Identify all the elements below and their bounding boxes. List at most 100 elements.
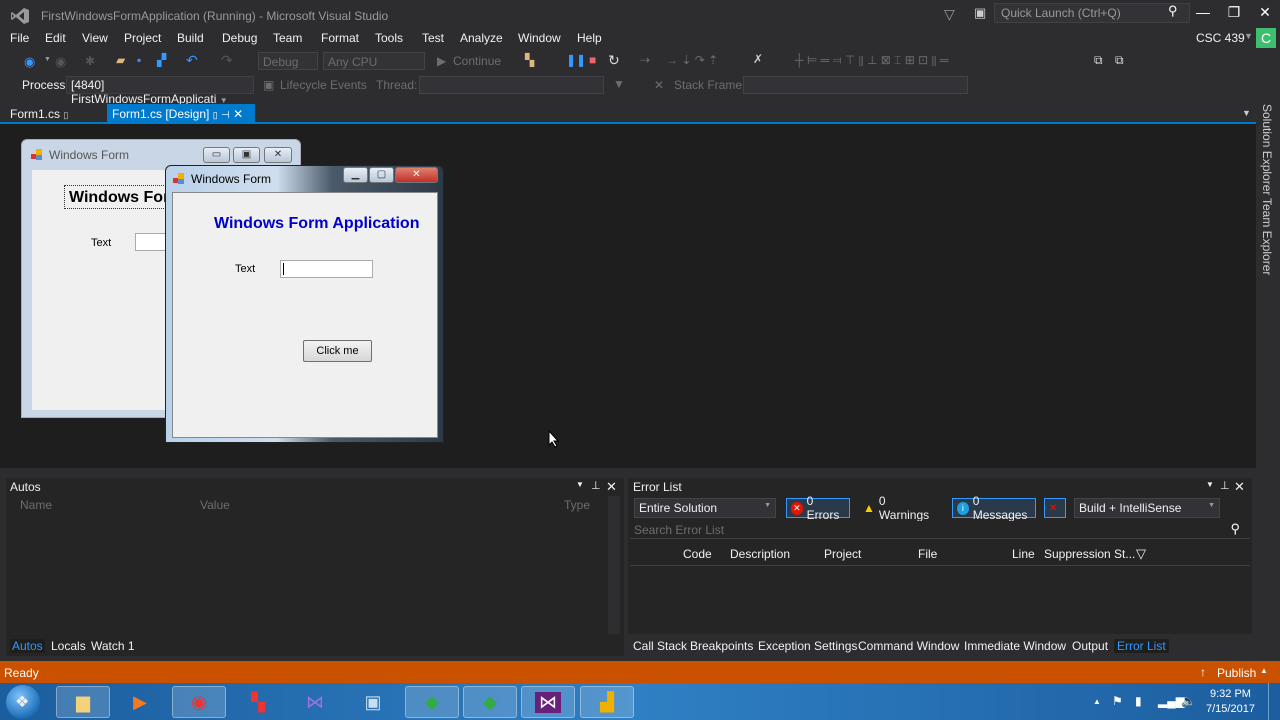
account-name[interactable]: CSC 439 [1196, 31, 1245, 45]
warnings-filter-toggle[interactable]: ▲ 0 Warnings [858, 494, 944, 522]
tab-error-list[interactable]: Error List [1114, 639, 1169, 653]
taskbar-windows-form-app[interactable]: ▟ [580, 686, 634, 718]
process-icon[interactable]: ▚ [525, 53, 534, 67]
layout-toolbar-icons[interactable]: ┼ ⊨ ═ ⫤ ⊤ ⫴ ⊥ ⊠ ⌶ ⊞ ⊡ ⫴ ═ [795, 53, 948, 68]
taskbar-visual-studio[interactable]: ⋈ [521, 686, 575, 718]
column-header-value[interactable]: Value [200, 498, 230, 512]
panel-close-icon[interactable]: ✕ [606, 479, 617, 495]
undo-icon[interactable]: ↶ [186, 52, 198, 69]
errors-filter-toggle[interactable]: ✕ 0 Errors [786, 494, 850, 522]
continue-button[interactable]: Continue [453, 54, 501, 68]
panel-pin-icon[interactable]: ⊥ [591, 479, 601, 492]
lifecycle-events-dropdown[interactable]: Lifecycle Events [280, 78, 367, 92]
build-source-dropdown[interactable]: Build + IntelliSense ▼ [1074, 498, 1220, 518]
column-header-name[interactable]: Name [20, 498, 52, 512]
pin-icon[interactable]: ▯ [213, 110, 218, 120]
pause-icon[interactable]: ❚❚ [566, 53, 586, 67]
notifications-filter-icon[interactable]: ▽ [944, 6, 955, 23]
show-desktop-button[interactable] [1268, 683, 1280, 720]
column-header-project[interactable]: Project [824, 547, 861, 561]
keep-open-icon[interactable]: ⊣ [221, 110, 230, 121]
tab-team-explorer[interactable]: Team Explorer [1260, 198, 1274, 275]
column-header-type[interactable]: Type [564, 498, 590, 512]
power-icon[interactable]: ▮ [1135, 694, 1142, 708]
account-avatar[interactable]: C [1256, 28, 1276, 48]
menu-project[interactable]: Project [124, 31, 161, 45]
taskbar-file-explorer[interactable]: ▆ [56, 686, 110, 718]
tab-form1-design[interactable]: Form1.cs [Design] ▯ ⊣ ✕ [107, 104, 255, 124]
account-dropdown-icon[interactable]: ▼ [1244, 31, 1253, 41]
solution-configuration-combo[interactable]: Debug [258, 52, 318, 70]
action-center-flag-icon[interactable]: ⚑ [1112, 694, 1123, 708]
form-minimize-button[interactable]: ▁ [343, 167, 368, 183]
thread-combo[interactable] [419, 76, 604, 94]
filter-icon[interactable]: ▼ [613, 77, 625, 91]
form-text-input[interactable] [280, 260, 373, 278]
close-button[interactable]: ✕ [1250, 4, 1280, 21]
menu-edit[interactable]: Edit [45, 31, 66, 45]
scope-dropdown[interactable]: Entire Solution ▼ [634, 498, 776, 518]
menu-test[interactable]: Test [422, 31, 444, 45]
process-combo[interactable]: [4840] FirstWindowsFormApplicati ▼ [66, 76, 254, 106]
panel-close-icon[interactable]: ✕ [1234, 479, 1245, 495]
menu-analyze[interactable]: Analyze [460, 31, 503, 45]
step-into-icon[interactable]: → ⇣ ↷ ⇡ [666, 53, 718, 67]
show-hidden-icons[interactable]: ▲ [1093, 697, 1101, 706]
click-me-button[interactable]: Click me [303, 340, 372, 362]
stack-frame-combo[interactable] [743, 76, 968, 94]
autos-scrollbar[interactable] [608, 496, 620, 634]
show-next-statement-icon[interactable]: ⇢ [640, 53, 650, 67]
taskbar-powershell-recording[interactable]: ◆ [463, 686, 517, 718]
form-maximize-button[interactable]: ▢ [369, 167, 394, 183]
continue-icon[interactable]: ▶ [437, 54, 446, 68]
taskbar-powershell[interactable]: ◆ [405, 686, 459, 718]
menu-view[interactable]: View [82, 31, 108, 45]
search-icon[interactable]: ⚲ [1168, 3, 1178, 19]
tab-exception-settings[interactable]: Exception Settings [758, 639, 857, 653]
volume-icon[interactable]: 🔈 [1181, 694, 1196, 708]
menu-file[interactable]: File [10, 31, 29, 45]
restore-button[interactable]: ❐ [1219, 4, 1249, 21]
taskbar-store[interactable]: ▚ [231, 686, 285, 718]
save-all-icon[interactable]: ▞ [157, 53, 166, 67]
column-header-code[interactable]: Code [683, 547, 712, 561]
open-file-icon[interactable]: ▰ [116, 53, 125, 67]
designer-text-label[interactable]: Text [91, 237, 111, 249]
menu-debug[interactable]: Debug [222, 31, 257, 45]
breakpoint-toggle-icon[interactable]: ✗ [753, 52, 763, 66]
send-to-back-icon[interactable]: ⧉ [1115, 53, 1124, 68]
tab-overflow-dropdown-icon[interactable]: ▼ [1242, 108, 1251, 118]
system-clock[interactable]: 9:32 PM 7/15/2017 [1206, 687, 1255, 717]
running-form-window[interactable]: Windows Form ▁ ▢ ✕ Windows Form Applicat… [165, 165, 444, 443]
stop-icon[interactable]: ■ [589, 53, 596, 67]
taskbar-chrome[interactable]: ◉ [172, 686, 226, 718]
column-header-line[interactable]: Line [1012, 547, 1035, 561]
redo-icon[interactable]: ↷ [221, 52, 233, 69]
column-header-file[interactable]: File [918, 547, 937, 561]
tab-call-stack[interactable]: Call Stack [633, 639, 687, 653]
tab-output[interactable]: Output [1072, 639, 1108, 653]
back-dropdown-icon[interactable]: ▼ [44, 56, 51, 63]
messages-filter-toggle[interactable]: i0 Messages [952, 494, 1036, 522]
start-button[interactable]: ❖ [6, 685, 40, 719]
tab-solution-explorer[interactable]: Solution Explorer [1260, 104, 1274, 195]
bring-to-front-icon[interactable]: ⧉ [1094, 53, 1103, 68]
designer-heading-label[interactable]: Windows For [69, 189, 169, 207]
search-error-list-input[interactable]: Search Error List ⚲ [630, 521, 1250, 539]
feedback-icon[interactable]: ▣ [974, 5, 986, 21]
tab-immediate-window[interactable]: Immediate Window [964, 639, 1066, 653]
tab-autos[interactable]: Autos [10, 639, 45, 653]
menu-build[interactable]: Build [177, 31, 204, 45]
taskbar-media-center[interactable]: ⋈ [288, 686, 342, 718]
column-header-suppression-state[interactable]: Suppression St... [1044, 547, 1135, 561]
back-icon[interactable]: ◉ [24, 54, 35, 70]
save-icon[interactable]: ▪ [137, 53, 141, 67]
tab-form1-cs[interactable]: Form1.cs ▯ [4, 106, 74, 122]
column-header-description[interactable]: Description [730, 547, 790, 561]
tab-breakpoints[interactable]: Breakpoints [690, 639, 753, 653]
taskbar-media-player[interactable]: ▶ [113, 686, 167, 718]
form-close-button[interactable]: ✕ [395, 167, 438, 183]
solution-platform-combo[interactable]: Any CPU [323, 52, 425, 70]
forward-icon[interactable]: ◉ [55, 54, 66, 70]
publish-button[interactable]: Publish [1217, 666, 1256, 680]
